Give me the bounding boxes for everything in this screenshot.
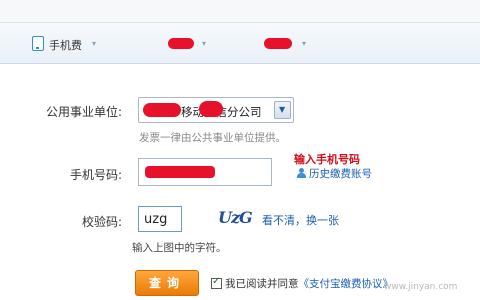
category-nav: 手机费 ▾ ▾ ▾ <box>0 22 480 64</box>
chevron-down-icon: ▼ <box>279 105 286 114</box>
captcha-label: 校验码: <box>81 215 122 229</box>
mobile-phone-icon <box>32 36 44 51</box>
captcha-input[interactable] <box>138 206 182 232</box>
phone-number-input[interactable] <box>138 158 272 186</box>
company-label: 公用事业单位: <box>45 105 122 119</box>
user-icon <box>297 168 306 178</box>
captcha-hint: 输入上图中的字符。 <box>132 242 227 254</box>
chevron-down-icon: ▾ <box>202 39 207 48</box>
redaction-mark <box>199 101 223 117</box>
watermark: www.jinyan.com <box>384 282 458 292</box>
phone-label: 手机号码: <box>69 168 122 182</box>
chevron-down-icon: ▾ <box>302 39 307 48</box>
history-accounts-link[interactable]: 历史缴费账号 <box>297 166 372 181</box>
redaction-mark <box>143 103 181 117</box>
history-accounts-text: 历史缴费账号 <box>309 168 372 180</box>
phone-annotation: 输入手机号码 <box>294 153 360 166</box>
agreement-link[interactable]: 《支付宝缴费协议》 <box>299 278 394 290</box>
company-select[interactable]: 移动通信分公司 ▼ <box>138 97 294 123</box>
refresh-captcha-link[interactable]: 看不清，换一张 <box>262 212 339 228</box>
query-button[interactable]: 查询 <box>135 270 199 296</box>
agree-checkbox[interactable] <box>211 276 222 289</box>
nav-item-phone-fee-label: 手机费 <box>49 39 82 52</box>
chevron-down-icon: ▾ <box>92 39 97 48</box>
redaction-mark <box>145 166 215 178</box>
dropdown-button[interactable]: ▼ <box>274 101 291 119</box>
company-hint: 发票一律由公共事业单位提供。 <box>139 132 286 144</box>
top-band <box>0 0 480 22</box>
agreement-row: 我已阅读并同意《支付宝缴费协议》 <box>211 276 393 291</box>
redaction-mark <box>264 38 292 49</box>
redaction-mark <box>168 38 194 49</box>
captcha-image[interactable]: UzG <box>218 208 253 228</box>
agree-text: 我已阅读并同意 <box>225 278 299 290</box>
